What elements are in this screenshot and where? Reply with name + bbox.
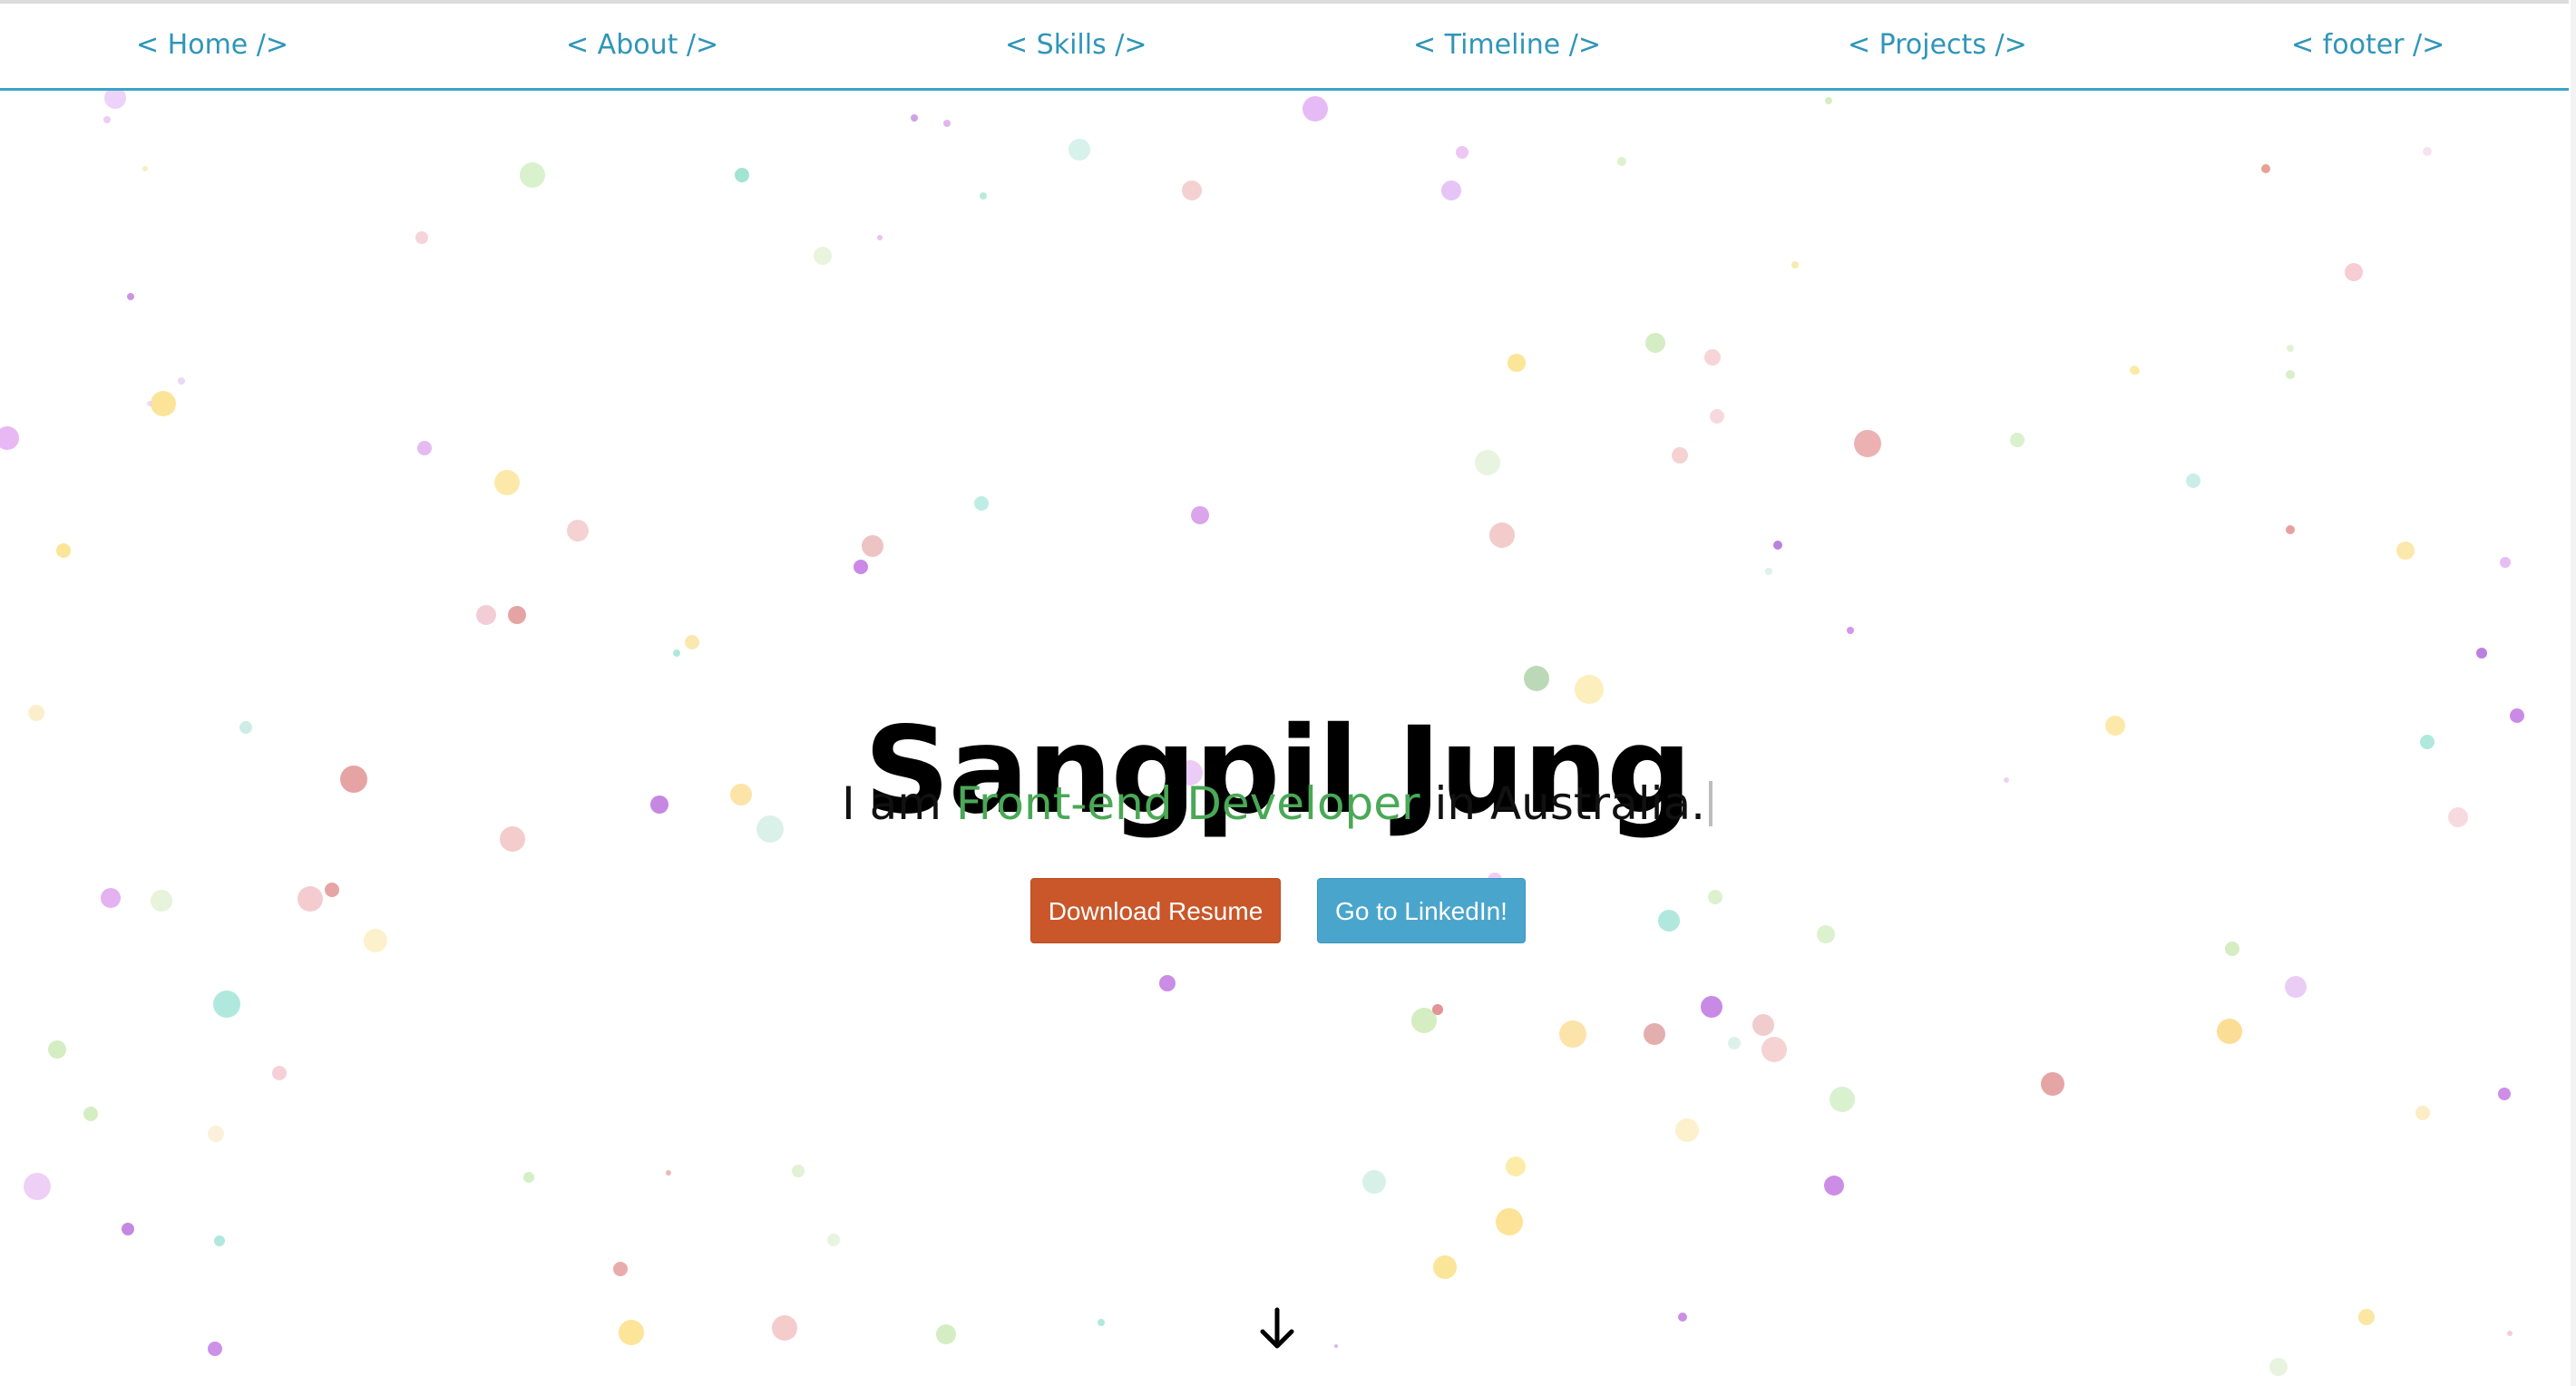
linkedin-button[interactable]: Go to LinkedIn! <box>1317 878 1526 943</box>
hero-subtitle-prefix: I am <box>841 777 956 830</box>
hero-subtitle-suffix: in Australia. <box>1420 777 1706 830</box>
top-nav: < Home /> < About /> < Skills /> < Timel… <box>0 4 2569 91</box>
nav-about-link[interactable]: < About /> <box>566 29 718 61</box>
typing-cursor <box>1709 781 1713 826</box>
download-resume-button[interactable]: Download Resume <box>1030 878 1281 943</box>
nav-footer-link[interactable]: < footer /> <box>2291 29 2444 61</box>
nav-home-link[interactable]: < Home /> <box>136 29 288 61</box>
hero-subtitle: I am Front-end Developer in Australia. <box>0 777 2554 830</box>
hero-subtitle-role: Front-end Developer <box>955 777 1420 830</box>
nav-skills-link[interactable]: < Skills /> <box>1005 29 1147 61</box>
particle-background <box>0 87 2524 1376</box>
arrow-down-icon[interactable] <box>1255 1306 1299 1352</box>
nav-projects-link[interactable]: < Projects /> <box>1848 29 2027 61</box>
nav-timeline-link[interactable]: < Timeline /> <box>1413 29 1601 61</box>
page: < Home /> < About /> < Skills /> < Timel… <box>0 0 2576 1386</box>
